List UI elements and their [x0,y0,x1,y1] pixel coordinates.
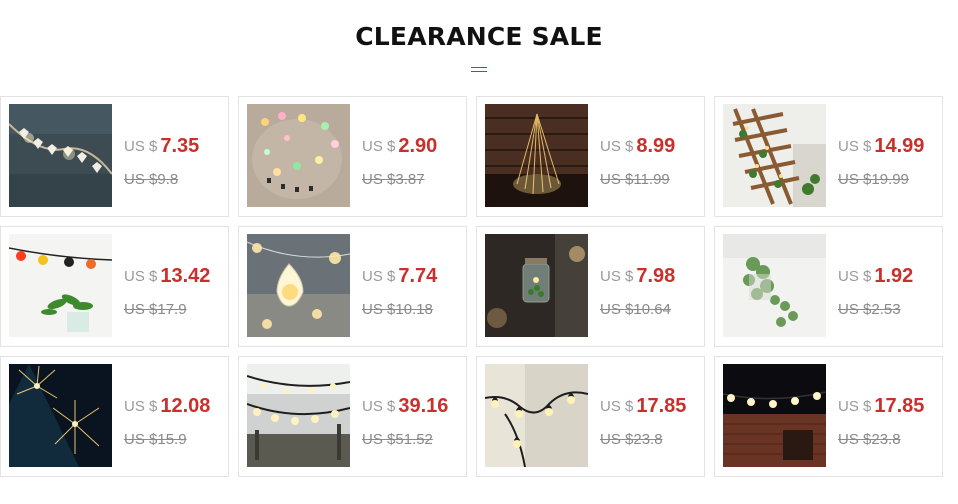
price-value: 7.98 [636,265,676,287]
price-value: 17.85 [874,395,925,417]
currency-label: US $ [838,138,872,155]
currency-label: US $ [124,398,158,415]
product-card[interactable]: US $7.35 US $9.8 [0,96,229,217]
original-price: US $51.52 [362,431,433,448]
product-grid: US $7.35 US $9.8 US $2.90 US $3.87 US $ … [0,96,943,477]
currency-label: US $ [362,138,396,155]
currency-label: US $ [362,268,396,285]
original-price: US $23.8 [838,431,901,448]
product-image[interactable] [9,364,112,467]
sale-price: US $17.85 [838,395,924,418]
sale-price: US $2.90 [362,135,437,158]
price-value: 7.35 [160,135,200,157]
product-card[interactable]: US $39.16 US $51.52 [238,356,467,477]
product-card[interactable]: US $7.74 US $10.18 [238,226,467,347]
product-image[interactable] [485,234,588,337]
currency-label: US $ [600,398,634,415]
price-value: 1.92 [874,265,914,287]
product-card[interactable]: US $13.42 US $17.9 [0,226,229,347]
original-price: US $15.9 [124,431,187,448]
price-value: 7.74 [398,265,438,287]
section-title: CLEARANCE SALE [355,22,603,51]
price-value: 14.99 [874,135,925,157]
currency-label: US $ [362,398,396,415]
sale-price: US $8.99 [600,135,675,158]
currency-label: US $ [124,268,158,285]
product-image[interactable] [485,364,588,467]
price-value: 8.99 [636,135,676,157]
product-card[interactable]: US $1.92 US $2.53 [714,226,943,347]
original-price: US $2.53 [838,301,901,318]
currency-label: US $ [838,268,872,285]
product-card[interactable]: US $2.90 US $3.87 [238,96,467,217]
product-card[interactable]: US $17.85 US $23.8 [714,356,943,477]
price-value: 39.16 [398,395,449,417]
product-image[interactable] [9,104,112,207]
product-image[interactable] [247,104,350,207]
original-price: US $17.9 [124,301,187,318]
product-card[interactable]: US $7.98 US $10.64 [476,226,705,347]
original-price: US $23.8 [600,431,663,448]
currency-label: US $ [124,138,158,155]
product-image[interactable] [9,234,112,337]
price-value: 17.85 [636,395,687,417]
product-image[interactable] [247,364,350,467]
title-divider [471,67,487,72]
price-value: 12.08 [160,395,211,417]
product-card[interactable]: US $17.85 US $23.8 [476,356,705,477]
price-value: 13.42 [160,265,211,287]
currency-label: US $ [600,138,634,155]
currency-label: US $ [838,398,872,415]
original-price: US $10.64 [600,301,671,318]
product-image[interactable] [247,234,350,337]
product-image[interactable] [485,104,588,207]
original-price: US $3.87 [362,171,425,188]
currency-label: US $ [600,268,634,285]
sale-price: US $1.92 [838,265,913,288]
sale-price: US $7.74 [362,265,437,288]
sale-price: US $12.08 [124,395,210,418]
product-image[interactable] [723,104,826,207]
sale-price: US $17.85 [600,395,686,418]
product-card[interactable]: US $8.99 US $11.99 [476,96,705,217]
original-price: US $9.8 [124,171,179,188]
original-price: US $11.99 [600,171,670,188]
original-price: US $19.99 [838,171,909,188]
sale-price: US $7.98 [600,265,675,288]
sale-price: US $14.99 [838,135,924,158]
product-image[interactable] [723,234,826,337]
product-card[interactable]: US $14.99 US $19.99 [714,96,943,217]
sale-price: US $13.42 [124,265,210,288]
product-card[interactable]: US $12.08 US $15.9 [0,356,229,477]
sale-price: US $7.35 [124,135,199,158]
price-value: 2.90 [398,135,438,157]
product-image[interactable] [723,364,826,467]
original-price: US $10.18 [362,301,433,318]
sale-price: US $39.16 [362,395,448,418]
